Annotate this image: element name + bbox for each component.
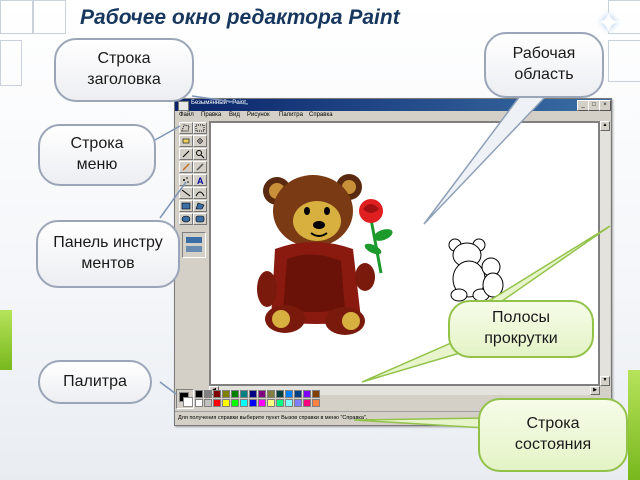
callout-scrollbars: Полосы прокрутки [448,300,594,358]
callout-toolbox: Панель инструментов [36,220,180,288]
decor-square [0,40,22,86]
select-tool[interactable] [193,122,207,134]
palette-swatch[interactable] [303,399,311,407]
palette-swatch[interactable] [294,390,302,398]
palette-swatch[interactable] [213,390,221,398]
brush-tool[interactable] [193,161,207,173]
polygon-tool[interactable] [193,200,207,212]
window-title: Безымянный - Paint [191,100,246,106]
menu-view[interactable]: Вид [229,111,240,120]
decor-square [32,0,66,34]
callout-menu-bar: Строка меню [38,124,156,186]
paint-app-icon [178,101,189,111]
callout-scrollbars-text: Полосы прокрутки [484,309,558,347]
palette-swatch[interactable] [285,390,293,398]
close-button[interactable]: × [599,100,611,111]
svg-text:A: A [197,176,204,185]
palette-swatch[interactable] [249,390,257,398]
callout-palette: Палитра [38,360,152,404]
menu-image[interactable]: Рисунок [247,111,270,120]
callout-toolbox-text: Панель инструментов [53,234,163,272]
palette-swatch[interactable] [312,390,320,398]
callout-menu-bar-text: Строка меню [70,135,124,173]
palette-swatch[interactable] [258,399,266,407]
paint-window: Безымянный - Paint _ □ × Файл Правка Вид… [174,98,612,426]
vertical-scrollbar[interactable]: ▲ ▼ [600,121,610,386]
palette-swatch[interactable] [267,399,275,407]
palette-swatch[interactable] [249,399,257,407]
text-tool[interactable]: A [193,174,207,186]
rectangle-tool[interactable] [179,200,193,212]
callout-title-bar-text: Строка заголовка [87,50,161,88]
scroll-down-button[interactable]: ▼ [600,376,610,386]
curve-tool[interactable] [193,187,207,199]
palette-swatch[interactable] [231,390,239,398]
decor-square [0,0,34,34]
decor-green-bar [0,310,12,370]
rounded-rectangle-tool[interactable] [193,213,207,225]
scroll-right-button[interactable]: ▶ [590,386,600,395]
palette-swatch[interactable] [312,399,320,407]
palette-swatch[interactable] [240,399,248,407]
slide: ✦ Рабочее окно редактора Paint Безымянны… [0,0,640,480]
palette-swatch[interactable] [267,390,275,398]
eraser-tool[interactable] [179,135,193,147]
callout-work-area: Рабочая область [484,32,604,98]
callout-work-area-text: Рабочая область [512,45,576,83]
callout-status-bar: Строка состояния [478,398,628,472]
callout-status-bar-text: Строка состояния [514,415,592,453]
callout-title-bar: Строка заголовка [54,38,194,102]
menu-file[interactable]: Файл [179,111,194,120]
current-colors[interactable] [176,389,194,409]
color-picker-tool[interactable] [179,148,193,160]
palette-swatch[interactable] [276,390,284,398]
palette-swatch[interactable] [213,399,221,407]
free-select-tool[interactable] [179,122,193,134]
decor-square [608,40,640,82]
line-tool[interactable] [179,187,193,199]
palette-swatch[interactable] [204,390,212,398]
scroll-up-button[interactable]: ▲ [600,121,610,131]
slide-title: Рабочее окно редактора Paint [80,6,400,29]
status-text: Для получения справки выберите пункт Выз… [178,415,368,421]
menu-colors[interactable]: Палитра [279,111,303,120]
title-bar[interactable]: Безымянный - Paint _ □ × [175,99,611,111]
pencil-tool[interactable] [179,161,193,173]
ellipse-tool[interactable] [179,213,193,225]
sparkle-icon: ✦ [596,7,622,40]
palette-swatch[interactable] [204,399,212,407]
palette-swatch[interactable] [303,390,311,398]
magnifier-tool[interactable] [193,148,207,160]
palette-swatch[interactable] [285,399,293,407]
palette-swatch[interactable] [240,390,248,398]
fill-tool[interactable] [193,135,207,147]
color-palette [175,387,335,409]
airbrush-tool[interactable] [179,174,193,186]
menu-bar: Файл Правка Вид Рисунок Палитра Справка [175,111,611,120]
palette-swatch[interactable] [195,390,203,398]
decor-green-bar [628,370,640,480]
palette-swatch[interactable] [222,399,230,407]
menu-edit[interactable]: Правка [201,111,221,120]
menu-help[interactable]: Справка [309,111,333,120]
palette-swatch[interactable] [222,390,230,398]
palette-swatch[interactable] [195,399,203,407]
palette-swatch[interactable] [258,390,266,398]
tool-options-box[interactable] [182,232,206,258]
palette-swatch[interactable] [276,399,284,407]
palette-swatch[interactable] [294,399,302,407]
toolbox: A [177,122,207,258]
palette-swatch[interactable] [231,399,239,407]
callout-palette-text: Палитра [63,372,127,390]
